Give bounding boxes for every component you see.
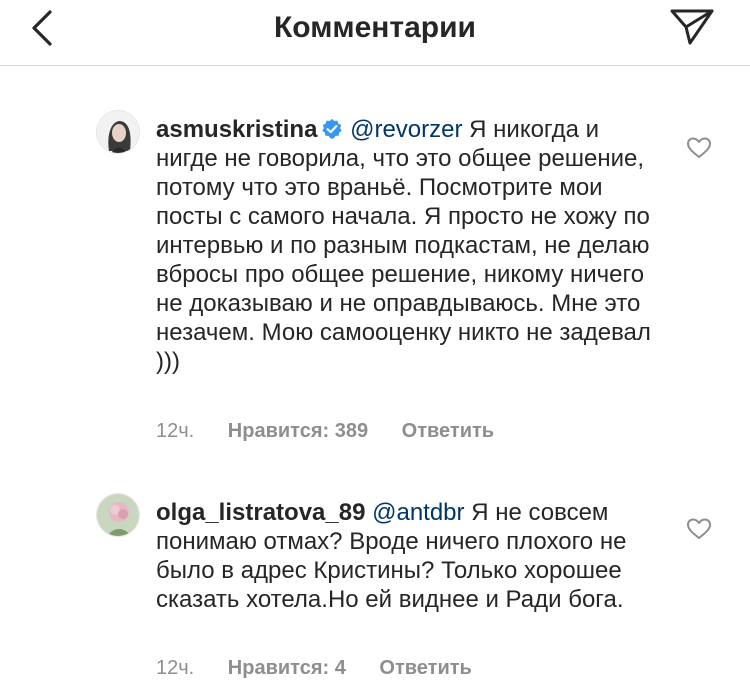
top-bar: Комментарии — [0, 0, 750, 66]
comment-meta: 12ч. Нравится: 4 Ответить — [156, 656, 472, 680]
avatar-image — [97, 494, 139, 536]
comment-likes[interactable]: Нравится: 389 — [228, 419, 368, 443]
page-title: Комментарии — [273, 11, 477, 44]
comment-likes[interactable]: Нравится: 4 — [228, 656, 346, 680]
paper-plane-icon[interactable] — [668, 6, 718, 46]
verified-badge-icon — [322, 118, 343, 139]
comment-username[interactable]: asmuskristina — [156, 116, 317, 143]
comment-body: asmuskristina @revorzer Я никогда и нигд… — [156, 115, 656, 376]
avatar[interactable] — [96, 493, 140, 537]
comment-mention[interactable]: @revorzer — [350, 116, 462, 143]
avatar-image — [97, 111, 139, 153]
comment-meta: 12ч. Нравится: 389 Ответить — [156, 419, 494, 443]
comment-time: 12ч. — [156, 420, 195, 442]
heart-icon[interactable] — [686, 136, 712, 160]
comment-body: olga_listratova_89 @antdbr Я не совсем п… — [156, 498, 656, 614]
comment-username[interactable]: olga_listratova_89 — [156, 499, 365, 526]
avatar[interactable] — [96, 110, 140, 154]
reply-button[interactable]: Ответить — [402, 419, 494, 443]
reply-button[interactable]: Ответить — [379, 656, 471, 680]
comment-mention[interactable]: @antdbr — [372, 499, 464, 526]
comment-time: 12ч. — [156, 657, 195, 679]
heart-icon[interactable] — [686, 517, 712, 541]
comment-text: Я никогда и нигде не говорила, что это о… — [156, 116, 651, 375]
